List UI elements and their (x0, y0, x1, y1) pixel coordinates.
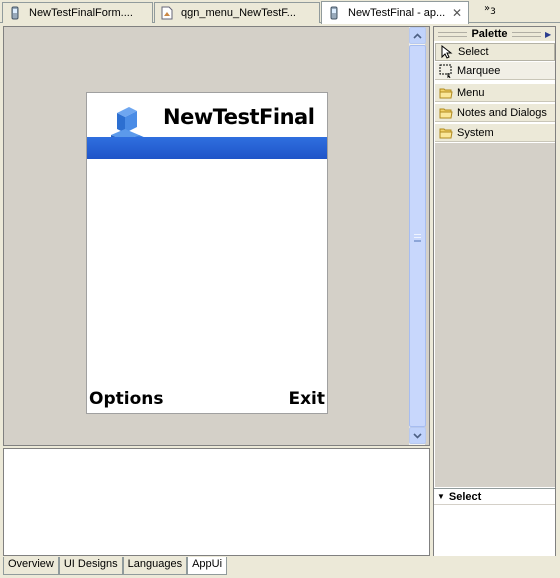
collapse-triangle-icon[interactable]: ▼ (437, 492, 445, 501)
image-file-icon (161, 6, 173, 20)
palette-tool-label: Select (458, 46, 489, 58)
folder-icon (438, 105, 454, 121)
arrow-cursor-icon (439, 44, 455, 60)
palette-empty-area (435, 143, 555, 487)
palette-drawer-label: System (457, 126, 494, 139)
softkey-options[interactable]: Options (89, 389, 163, 409)
bottom-pane (3, 448, 430, 556)
selection-panel: ▼ Select (434, 488, 555, 556)
editor-tab-bar: NewTestFinalForm.... qgn_menu_NewTestF..… (0, 0, 560, 24)
palette-drawer-system[interactable]: System (435, 124, 555, 142)
close-icon[interactable]: ✕ (452, 6, 462, 20)
palette-header: Palette ▶ (434, 27, 555, 41)
tab-ui-designs[interactable]: UI Designs (58, 557, 123, 575)
palette-title: Palette (471, 28, 508, 40)
tab-qgn-menu[interactable]: qgn_menu_NewTestF... (154, 2, 320, 23)
palette-drawer-notes-and-dialogs[interactable]: Notes and Dialogs (435, 104, 555, 122)
palette-tool-label: Marquee (457, 64, 501, 77)
drag-handle[interactable] (438, 31, 468, 37)
folder-icon (438, 85, 454, 101)
tab-newtestfinalform[interactable]: NewTestFinalForm.... (2, 2, 153, 23)
tab-label: qgn_menu_NewTestF... (181, 7, 296, 19)
palette-drawer-label: Menu (457, 86, 485, 99)
tab-overflow-button[interactable]: »3 (484, 3, 496, 17)
drag-handle[interactable] (511, 31, 542, 37)
overflow-count: 3 (490, 7, 496, 17)
softkey-exit[interactable]: Exit (288, 389, 325, 409)
chevron-up-icon (413, 32, 422, 39)
selection-panel-header[interactable]: ▼ Select (434, 489, 555, 505)
tab-label: NewTestFinalForm.... (29, 7, 133, 19)
tab-appui[interactable]: AppUi (187, 557, 228, 575)
tab-label: NewTestFinal - ap... (348, 7, 446, 19)
scroll-down-button[interactable] (409, 427, 426, 444)
chevron-down-icon (413, 432, 422, 439)
tab-languages[interactable]: Languages (122, 557, 188, 575)
app-title: NewTestFinal (163, 105, 315, 129)
palette-menu-arrow-icon[interactable]: ▶ (545, 30, 555, 39)
grip-icon (414, 234, 421, 242)
phone-screen-preview[interactable]: NewTestFinal Options Exit (86, 92, 328, 414)
phone-file-icon (11, 6, 19, 20)
palette-tool-select[interactable]: Select (435, 43, 555, 61)
palette-drawer-label: Notes and Dialogs (457, 106, 547, 119)
title-pane-band (87, 137, 327, 159)
palette-tool-marquee[interactable]: Marquee (435, 62, 555, 80)
marquee-icon (438, 63, 454, 79)
vertical-scrollbar[interactable] (408, 27, 426, 445)
palette-drawer-menu[interactable]: Menu (435, 84, 555, 102)
tab-newtestfinal-appui[interactable]: NewTestFinal - ap... ✕ (321, 1, 469, 24)
tab-overview[interactable]: Overview (3, 557, 59, 575)
scroll-up-button[interactable] (409, 27, 426, 44)
folder-icon (438, 125, 454, 141)
editor-page-tabs: Overview UI Designs Languages AppUi (3, 557, 228, 575)
palette-panel: Palette ▶ Select Marquee Menu Notes and … (433, 26, 556, 556)
phone-file-icon (330, 6, 338, 20)
selection-panel-title: Select (448, 490, 482, 503)
scroll-thumb[interactable] (409, 45, 426, 427)
